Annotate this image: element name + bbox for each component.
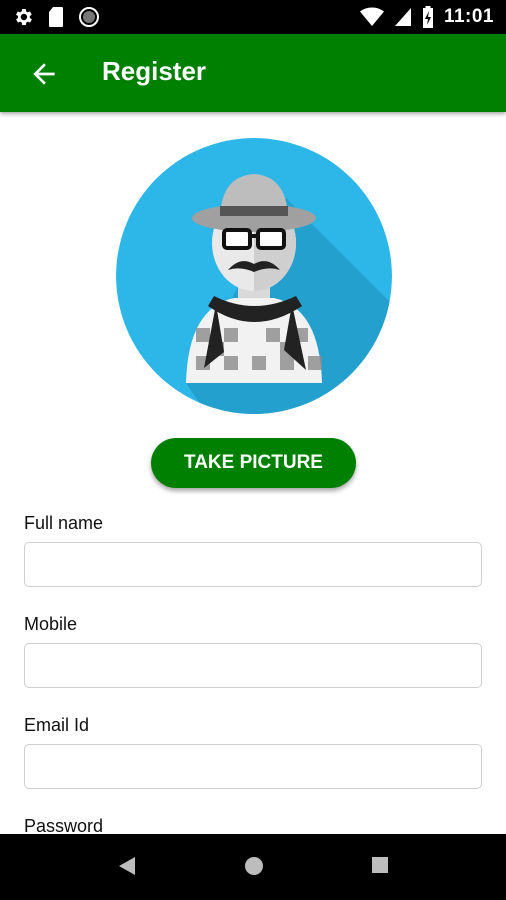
recents-square-icon[interactable] xyxy=(371,856,389,874)
hipster-avatar-icon[interactable] xyxy=(116,138,392,414)
mobile-field[interactable] xyxy=(24,643,482,688)
take-picture-button[interactable]: TAKE PICTURE xyxy=(151,438,356,488)
email-id-field[interactable] xyxy=(24,744,482,789)
status-bar: 11:01 xyxy=(0,0,506,34)
status-time: 11:01 xyxy=(443,6,494,27)
status-left-icons xyxy=(12,6,100,28)
full-name-label: Full name xyxy=(24,513,104,533)
mobile-label: Mobile xyxy=(24,614,78,634)
sd-card-icon xyxy=(49,7,63,27)
full-name-field[interactable] xyxy=(24,542,482,587)
back-triangle-icon[interactable] xyxy=(118,856,136,876)
email-id-label: Email Id xyxy=(24,715,90,735)
home-circle-icon[interactable] xyxy=(244,856,264,876)
arrow-left-icon[interactable] xyxy=(28,58,60,90)
app-bar: Register xyxy=(0,34,506,112)
page-title: Register xyxy=(102,56,207,86)
status-right-icons: 11:01 xyxy=(359,6,494,28)
record-icon xyxy=(79,7,99,27)
wifi-icon xyxy=(359,7,384,26)
signal-icon xyxy=(394,8,411,26)
gear-icon xyxy=(16,9,32,25)
battery-icon xyxy=(422,6,433,28)
system-nav-bar xyxy=(0,834,506,900)
